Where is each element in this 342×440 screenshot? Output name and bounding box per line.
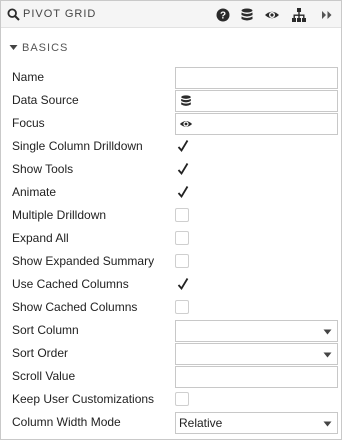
row-sort-column: Sort Column — [1, 319, 341, 342]
scroll-value-input[interactable] — [176, 367, 337, 387]
row-show-expanded-summary: Show Expanded Summary — [1, 250, 341, 273]
name-label: Name — [12, 70, 45, 84]
data-source-field[interactable] — [175, 90, 338, 112]
dropdown-arrow-icon — [323, 352, 332, 358]
show-cached-columns-label: Show Cached Columns — [12, 300, 138, 314]
row-data-source: Data Source — [1, 89, 341, 112]
sort-column-select[interactable] — [175, 320, 338, 342]
eye-icon[interactable] — [264, 7, 280, 23]
hierarchy-icon[interactable] — [291, 7, 307, 23]
expand-all-label: Expand All — [12, 231, 69, 245]
row-show-tools: Show Tools — [1, 158, 341, 181]
single-column-drilldown-label: Single Column Drilldown — [12, 139, 143, 153]
show-expanded-summary-label: Show Expanded Summary — [12, 254, 155, 268]
row-keep-user-customizations: Keep User Customizations — [1, 388, 341, 411]
use-cached-columns-label: Use Cached Columns — [12, 277, 129, 291]
animate-checkbox[interactable] — [175, 185, 189, 199]
search-icon[interactable] — [7, 8, 20, 21]
animate-label: Animate — [12, 185, 57, 199]
section-label: BASICS — [22, 42, 69, 54]
row-use-cached-columns: Use Cached Columns — [1, 273, 341, 296]
row-sort-order: Sort Order — [1, 342, 341, 365]
checkmark-icon — [177, 186, 189, 199]
multiple-drilldown-label: Multiple Drilldown — [12, 208, 107, 222]
name-field[interactable] — [175, 67, 338, 89]
name-input[interactable] — [176, 68, 337, 88]
properties-panel: PIVOT GRID ? BASICS Name Data Source Foc… — [0, 0, 342, 440]
database-icon — [181, 95, 191, 106]
row-scroll-value: Scroll Value — [1, 365, 341, 388]
use-cached-columns-checkbox[interactable] — [175, 277, 189, 291]
scroll-value-label: Scroll Value — [12, 369, 76, 383]
single-column-drilldown-checkbox[interactable] — [175, 139, 189, 153]
eye-icon — [179, 121, 193, 127]
row-name: Name — [1, 66, 341, 89]
scroll-value-field[interactable] — [175, 366, 338, 388]
show-cached-columns-checkbox[interactable] — [175, 300, 189, 314]
row-animate: Animate — [1, 181, 341, 204]
help-icon[interactable]: ? — [215, 7, 231, 23]
checkmark-icon — [177, 163, 189, 176]
show-expanded-summary-checkbox[interactable] — [175, 254, 189, 268]
keep-user-customizations-checkbox[interactable] — [175, 392, 189, 406]
caret-down-icon — [9, 45, 18, 50]
row-focus: Focus — [1, 112, 341, 135]
panel-header: PIVOT GRID ? — [1, 1, 341, 28]
show-tools-label: Show Tools — [12, 162, 74, 176]
section-basics[interactable]: BASICS — [1, 38, 341, 58]
multiple-drilldown-checkbox[interactable] — [175, 208, 189, 222]
sort-order-label: Sort Order — [12, 346, 69, 360]
panel-title: PIVOT GRID — [23, 8, 97, 20]
column-width-mode-select[interactable]: Relative — [175, 412, 338, 434]
checkmark-icon — [177, 140, 189, 153]
row-expand-all: Expand All — [1, 227, 341, 250]
show-tools-checkbox[interactable] — [175, 162, 189, 176]
column-width-mode-value: Relative — [179, 416, 223, 430]
dropdown-arrow-icon — [323, 329, 332, 335]
row-show-cached-columns: Show Cached Columns — [1, 296, 341, 319]
keep-user-customizations-label: Keep User Customizations — [12, 392, 155, 406]
sort-order-select[interactable] — [175, 343, 338, 365]
svg-text:?: ? — [220, 11, 226, 22]
expand-all-checkbox[interactable] — [175, 231, 189, 245]
focus-label: Focus — [12, 116, 45, 130]
sort-column-label: Sort Column — [12, 323, 79, 337]
database-icon[interactable] — [239, 7, 255, 23]
data-source-label: Data Source — [12, 93, 79, 107]
double-chevron-right-icon[interactable] — [319, 7, 335, 23]
dropdown-arrow-icon — [323, 421, 332, 427]
focus-field[interactable] — [175, 113, 338, 135]
checkmark-icon — [177, 278, 189, 291]
row-single-column-drilldown: Single Column Drilldown — [1, 135, 341, 158]
column-width-mode-label: Column Width Mode — [12, 415, 121, 429]
row-multiple-drilldown: Multiple Drilldown — [1, 204, 341, 227]
row-column-width-mode: Column Width Mode Relative — [1, 411, 341, 434]
